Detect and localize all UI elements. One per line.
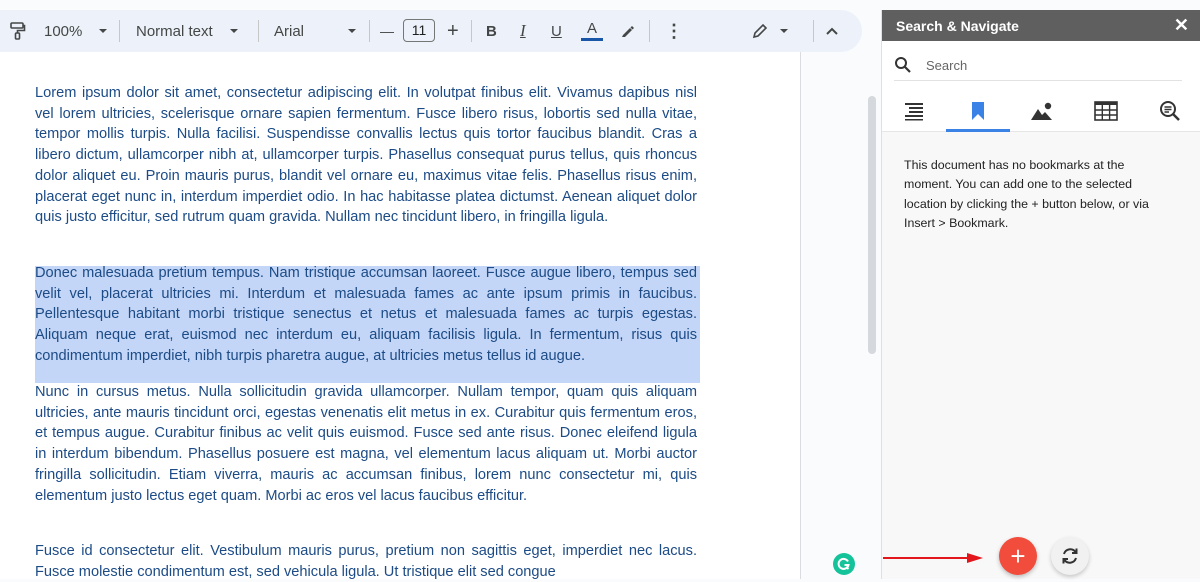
font-select[interactable]: Arial bbox=[274, 10, 356, 52]
divider bbox=[119, 20, 120, 42]
close-icon[interactable]: ✕ bbox=[1174, 15, 1189, 36]
tab-images[interactable] bbox=[1010, 91, 1074, 131]
italic-icon: I bbox=[520, 21, 526, 40]
panel-top bbox=[882, 41, 1200, 132]
paragraph[interactable]: Fusce id consectetur elit. Vestibulum ma… bbox=[35, 541, 697, 582]
underline-button[interactable]: U bbox=[551, 10, 562, 52]
divider bbox=[813, 20, 814, 42]
text-color-icon: A bbox=[586, 19, 597, 37]
more-vert-icon: ⋮ bbox=[665, 20, 683, 41]
search-input[interactable] bbox=[924, 56, 1168, 74]
decrease-font-size-button[interactable]: — bbox=[380, 10, 394, 52]
style-value: Normal text bbox=[136, 22, 213, 40]
red-arrow-annotation bbox=[883, 553, 983, 563]
add-bookmark-button[interactable]: + bbox=[999, 537, 1037, 575]
tab-headings[interactable] bbox=[882, 91, 946, 131]
document-page[interactable]: Lorem ipsum dolor sit amet, consectetur … bbox=[0, 52, 801, 582]
tab-bookmarks[interactable] bbox=[946, 91, 1010, 132]
paragraph[interactable]: Nunc in cursus metus. Nulla sollicitudin… bbox=[35, 382, 697, 506]
chevron-down-icon bbox=[99, 29, 108, 33]
image-icon bbox=[1031, 102, 1052, 120]
refresh-icon bbox=[1062, 548, 1078, 564]
panel-title: Search & Navigate bbox=[896, 17, 1019, 34]
paint-roller-icon bbox=[10, 22, 26, 40]
grammarly-icon bbox=[837, 557, 850, 570]
chevron-down-icon bbox=[780, 29, 788, 33]
tab-find[interactable] bbox=[1138, 91, 1200, 131]
search-icon bbox=[895, 57, 911, 73]
divider bbox=[649, 20, 650, 42]
minus-icon: — bbox=[380, 23, 394, 39]
toolbar: 100% Normal text Arial — 11 + B I U A ⋮ bbox=[0, 10, 862, 52]
increase-font-size-button[interactable]: + bbox=[447, 10, 459, 52]
divider bbox=[471, 20, 472, 42]
paragraph-selected[interactable]: Donec malesuada pretium tempus. Nam tris… bbox=[35, 263, 697, 367]
paragraph[interactable]: Lorem ipsum dolor sit amet, consectetur … bbox=[35, 83, 697, 228]
chevron-down-icon bbox=[348, 29, 356, 33]
bold-button[interactable]: B bbox=[486, 10, 497, 52]
refresh-button[interactable] bbox=[1051, 537, 1089, 575]
style-select[interactable]: Normal text bbox=[136, 10, 238, 52]
pencil-icon bbox=[752, 23, 768, 39]
bold-icon: B bbox=[486, 22, 497, 40]
highlighter-icon bbox=[622, 26, 634, 37]
bookmark-icon bbox=[972, 102, 984, 120]
highlight-button[interactable] bbox=[620, 10, 636, 52]
plus-icon: + bbox=[447, 19, 459, 42]
panel-header: Search & Navigate ✕ bbox=[882, 10, 1200, 41]
panel-tabs bbox=[882, 91, 1200, 132]
zoom-select[interactable]: 100% bbox=[44, 10, 108, 52]
search-row bbox=[894, 50, 1182, 81]
zoom-value: 100% bbox=[44, 22, 83, 40]
underline-icon: U bbox=[551, 22, 562, 40]
search-navigate-panel: Search & Navigate ✕ Search This document… bbox=[881, 10, 1200, 579]
plus-icon: + bbox=[1010, 541, 1026, 571]
headings-list-icon bbox=[905, 103, 923, 121]
table-icon bbox=[1094, 101, 1118, 121]
font-value: Arial bbox=[274, 22, 305, 40]
paint-format-button[interactable] bbox=[10, 10, 26, 52]
text-color-swatch bbox=[581, 37, 603, 41]
chevron-down-icon bbox=[229, 29, 238, 33]
divider bbox=[258, 20, 259, 42]
hide-menus-button[interactable] bbox=[826, 10, 838, 52]
editing-mode-button[interactable] bbox=[752, 10, 788, 52]
empty-bookmarks-message: This document has no bookmarks at the mo… bbox=[904, 158, 1149, 230]
vertical-scrollbar[interactable] bbox=[868, 96, 876, 354]
tab-tables[interactable] bbox=[1074, 91, 1138, 131]
more-options-button[interactable]: ⋮ bbox=[665, 10, 683, 52]
divider bbox=[369, 20, 370, 42]
search-text-icon bbox=[1160, 101, 1180, 121]
font-size-input[interactable]: 11 bbox=[403, 19, 435, 42]
chevron-up-icon bbox=[826, 27, 838, 35]
text-color-button[interactable]: A bbox=[581, 10, 603, 52]
grammarly-button[interactable] bbox=[833, 553, 855, 575]
italic-button[interactable]: I bbox=[520, 10, 526, 52]
